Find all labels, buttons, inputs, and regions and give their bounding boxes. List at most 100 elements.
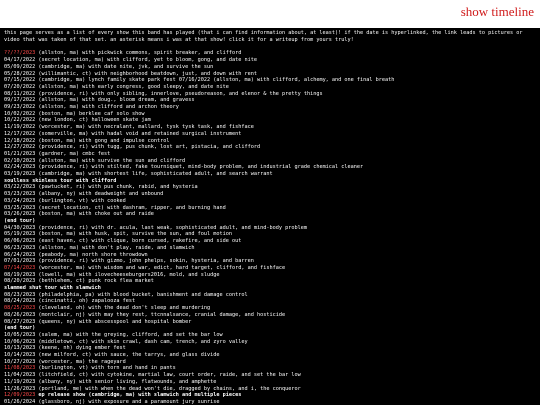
show-row: 04/30/2023 (providence, ri) with dr. acu… [4,225,536,232]
show-date: 12/17/2022 [4,130,36,137]
show-details: (worcester, ma) the rageyard [35,358,126,365]
show-date: 09/17/2022 [4,97,36,104]
show-row: 08/19/2023 (lowell, ma) with ilovecheese… [4,272,536,279]
show-details: (somerville, ma) with hadal void and ret… [35,130,242,137]
show-row: 05/19/2023 (boston, ma) with husk, spit,… [4,231,536,238]
show-details: (allston, ma) with doug., bloom dream, a… [35,97,195,104]
show-details: (cambridge, ma) with date nite, jvk, and… [35,63,214,70]
show-date: 05/19/2023 [4,231,36,238]
show-details: (allston, ma) with survive the sun and c… [35,157,186,164]
show-details: (albany, ny) with deadweight and unbound [35,191,164,198]
show-row: 11/08/2023 (burlington, vt) with torn an… [4,365,536,372]
show-date-link[interactable]: 11/08/2023 [4,365,35,371]
show-row: 11/19/2023 (albany, ny) with senior livi… [4,379,536,386]
show-date: 06/24/2023 [4,251,36,258]
show-date: 08/26/2023 [4,311,36,318]
show-row: 06/23/2023 (allston, ma) with don't play… [4,245,536,252]
show-row: 02/10/2023 (allston, ma) with survive th… [4,158,536,165]
show-row: 03/22/2023 (pawtucket, ri) with pus chun… [4,184,536,191]
show-date: 11/26/2023 [4,385,36,392]
show-date-link[interactable]: 07/14/2023 [4,265,35,271]
show-details: (glassboro, nj) with exposure and a para… [35,398,220,405]
show-row: 12/18/2022 (boston, ma) with gong and im… [4,138,536,145]
show-list: ??/??/2023 (allston, ma) with pickwick c… [4,50,536,405]
show-details: (cleveland, oh) with the dead don't slee… [35,305,211,312]
show-details: (new london, ct) halloween skate jam [35,117,151,124]
show-date: 05/28/2022 [4,70,36,77]
show-details: (worcester, ma) with wisdom and war, edi… [35,264,286,271]
shows-panel: this page serves as a list of every show… [0,28,540,405]
show-date: 08/11/2022 [4,90,36,97]
show-date: 08/27/2023 [4,318,36,325]
show-date-link[interactable]: 12/09/2023 [4,392,35,398]
show-row: 11/26/2023 (portland, me) with when the … [4,386,536,393]
show-row: 12/17/2022 (somerville, ma) with hadal v… [4,131,536,138]
show-row: 10/13/2023 (keene, nh) dying ember fest [4,345,536,352]
show-date: 01/21/2023 [4,150,36,157]
show-row: 09/17/2022 (allston, ma) with doug., blo… [4,97,536,104]
tour-heading: (end tour) [4,217,36,224]
show-date: 10/14/2023 [4,352,36,359]
show-details: (peabody, ma) north shore throwdown [35,251,148,258]
show-date: 12/27/2022 [4,144,36,151]
show-row: 10/27/2023 (worcester, ma) the rageyard [4,359,536,366]
show-date: 10/05/2023 [4,331,36,338]
show-details: (cambridge, ma) lynch family skate park … [35,77,395,84]
show-date: 07/15/2022 [4,77,36,84]
show-details: (allston, ma) with clifford and archon t… [35,104,179,111]
show-row: 08/20/2023 (bethlehem, ct) punk rock fle… [4,278,536,285]
show-date: 04/30/2023 [4,224,36,231]
show-details: ep release show (cambridge, ma) with sla… [35,392,242,399]
show-details: (montclair, nj) with may they rest, ttcn… [35,311,286,318]
show-details: (providence, ri) with gizmo, john phelps… [35,258,254,265]
show-row: 03/23/2023 (albany, ny) with deadweight … [4,191,536,198]
show-row: 01/26/2024 (glassboro, nj) with exposure… [4,399,536,405]
tour-heading: slammed shut tour with slamwich [4,285,101,292]
show-date: 10/22/2022 [4,117,36,124]
show-date: 07/01/2023 [4,258,36,265]
show-row: 02/24/2023 (providence, ri) with stilted… [4,164,536,171]
show-details: (pawtucket, ri) with pus chunk, rabid, a… [35,184,198,191]
show-details: (middletown, ct) with skin crawl, dash c… [35,338,248,345]
show-row: 10/22/2022 (new london, ct) halloween sk… [4,117,536,124]
show-row: 06/24/2023 (peabody, ma) north shore thr… [4,252,536,259]
show-details: (queens, ny) with abscesspool and hospit… [35,318,192,325]
intro-text: this page serves as a list of every show… [4,30,523,43]
show-date: 06/06/2023 [4,238,36,245]
show-details: (worcester, ma) with necralant, mallard,… [35,124,254,131]
show-date-link[interactable]: ??/??/2023 [4,50,35,56]
show-date: 10/06/2023 [4,338,36,345]
show-date: 08/24/2023 [4,298,36,305]
show-date: 03/26/2023 [4,211,36,218]
show-date-link[interactable]: 08/25/2023 [4,305,35,311]
show-details: (providence, ri) with tugg, pus chunk, l… [35,144,261,151]
show-details: (allston, ma) with early congress, good … [35,83,229,90]
show-details: (secret location, ct) with dashram, ripp… [35,204,226,211]
show-details: (providence, ri) with dr. acula, last we… [35,224,307,231]
show-row: 08/24/2023 (cincinatti, oh) zapalooza fe… [4,298,536,305]
show-row: 03/19/2023 (cambridge, ma) with shortest… [4,171,536,178]
show-row: 11/04/2023 (litchfield, ct) with cytokin… [4,372,536,379]
show-row: 07/14/2023 (worcester, ma) with wisdom a… [4,265,536,272]
show-row: 09/23/2022 (allston, ma) with clifford a… [4,104,536,111]
show-details: (boston, ma) with husk, spit, survive th… [35,231,232,238]
show-details: (litchfield, ct) with cytokine, martial … [35,372,301,379]
show-row: 08/26/2023 (montclair, nj) with may they… [4,312,536,319]
show-date: 09/23/2022 [4,104,36,111]
show-row: 05/28/2022 (willimantic, ct) with neighb… [4,71,536,78]
show-row: 10/02/2022 (boston, ma) berklee caf solo… [4,111,536,118]
show-date: 10/02/2022 [4,110,36,117]
show-date: 12/18/2022 [4,137,36,144]
show-date: 08/23/2023 [4,291,36,298]
show-timeline-link[interactable]: show timeline [461,4,534,20]
show-details: (secret location, ma) with clifford, yet… [35,57,257,64]
show-details: (salem, ma) with the greying, clifford, … [35,331,223,338]
show-details: (burlington, vt) with torn and hand in p… [35,365,176,372]
show-details: (new milford, ct) with sauce, the tarrys… [35,352,220,359]
show-details: (providence, ri) with stilted, fake tour… [35,164,364,171]
show-details: (allston, ma) with pickwick commons, spi… [35,50,242,57]
show-date: 03/23/2023 [4,191,36,198]
show-date: 06/23/2023 [4,244,36,251]
show-date: 03/22/2023 [4,184,36,191]
show-row: 07/01/2023 (providence, ri) with gizmo, … [4,258,536,265]
